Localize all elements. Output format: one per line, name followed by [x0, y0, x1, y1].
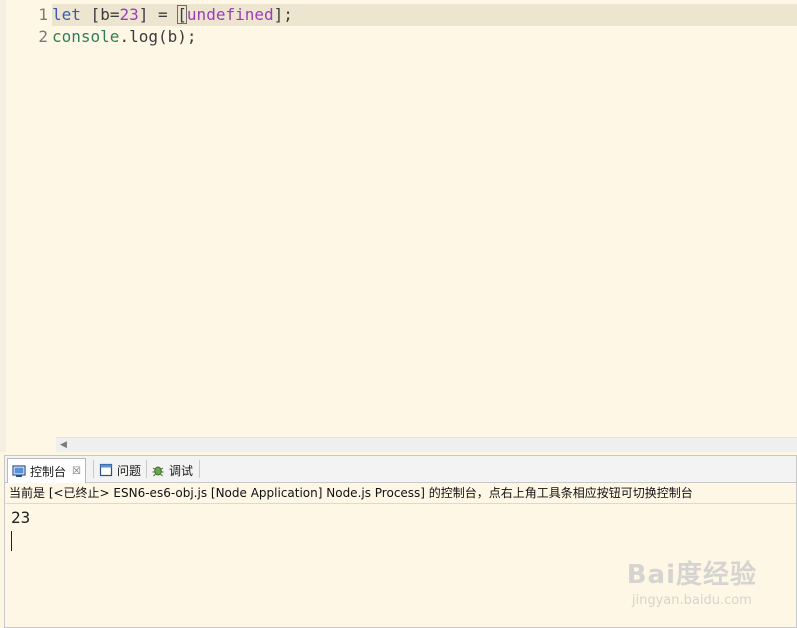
tab-label: 调试 [169, 463, 194, 478]
keyword-let: let [52, 5, 81, 24]
code-identifier: b [100, 5, 110, 24]
close-icon[interactable]: ☒ [72, 466, 81, 477]
code-line-2[interactable]: console.log(b); [52, 26, 797, 48]
tab-divider [199, 460, 200, 478]
code-bracket: ]; [273, 5, 293, 24]
watermark: Bai度经验 jingyan.baidu.com [627, 554, 757, 608]
problems-icon [99, 463, 113, 477]
tab-label: 控制台 [30, 464, 67, 479]
console-icon [12, 464, 26, 478]
scroll-left-icon[interactable]: ◀ [60, 438, 67, 452]
code-operator: = [148, 5, 178, 24]
text-caret [11, 531, 12, 551]
watermark-logo: Bai度经验 [626, 560, 757, 590]
console-output-text: 23 [11, 508, 31, 527]
line-number-gutter: 1 2 [6, 0, 48, 452]
tab-problems[interactable]: 问题 [95, 458, 145, 482]
console-tabbar: 控制台 ☒ 问题 调试 [5, 456, 796, 483]
code-bracket: ] [138, 5, 149, 24]
code-undefined: undefined [186, 5, 274, 24]
code-line-1[interactable]: let [b=23] = [undefined]; [52, 4, 797, 26]
tab-label: 问题 [117, 463, 142, 478]
line-number: 2 [38, 27, 48, 46]
code-editor[interactable]: 1 2 let [b=23] = [undefined]; console.lo… [0, 0, 797, 452]
code-bracket: [ [90, 5, 101, 24]
horizontal-scrollbar[interactable]: ◀ [56, 437, 797, 452]
code-number: 23 [119, 5, 139, 24]
code-console: console [52, 27, 120, 46]
code-call: .log(b); [119, 27, 197, 46]
tab-debug[interactable]: 调试 [147, 458, 197, 482]
debug-icon [151, 463, 165, 477]
tab-divider [93, 460, 94, 478]
matched-bracket: [ [177, 5, 187, 24]
line-number: 1 [38, 5, 48, 24]
console-status-line: 当前是 [<已终止> ESN6-es6-obj.js [Node Applica… [9, 486, 693, 500]
watermark-url: jingyan.baidu.com [631, 593, 752, 608]
tab-console[interactable]: 控制台 ☒ [7, 458, 86, 483]
